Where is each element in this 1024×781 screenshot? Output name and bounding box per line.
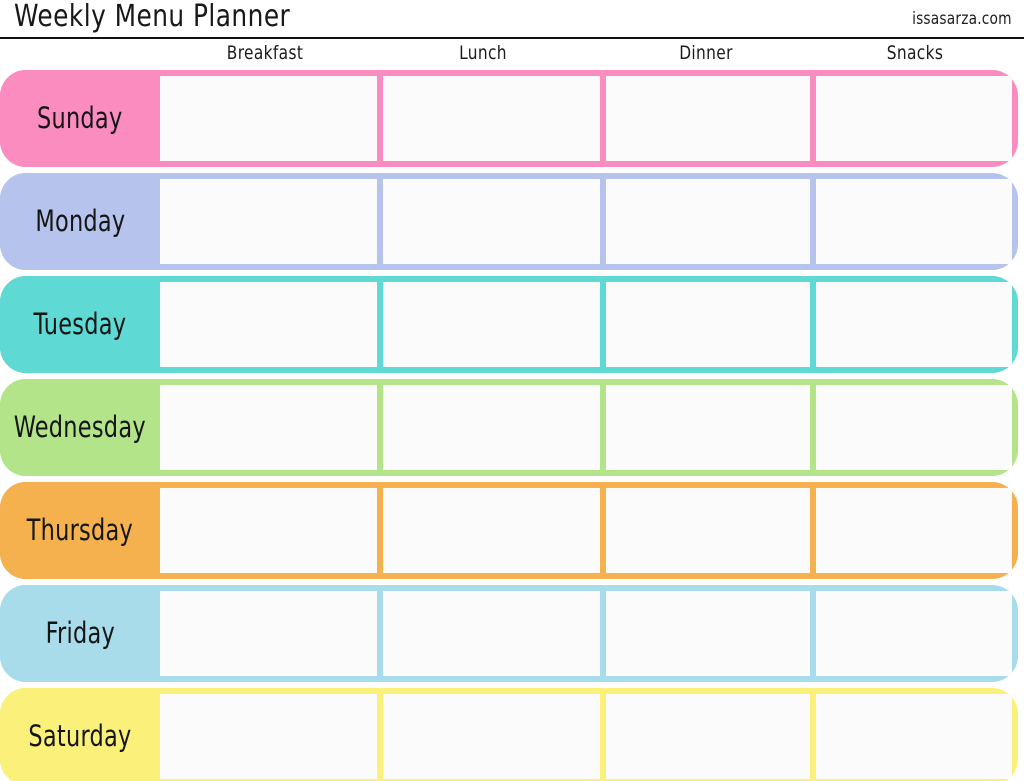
planner-row: Sunday	[0, 70, 1018, 167]
page-title: Weekly Menu Planner	[14, 0, 291, 34]
meal-cell-sunday-breakfast[interactable]	[160, 70, 377, 167]
day-label-text: Monday	[34, 203, 126, 238]
day-label-text: Thursday	[26, 512, 134, 547]
planner-row: Monday	[0, 173, 1018, 270]
day-label-text: Friday	[45, 615, 115, 650]
day-label-sunday: Sunday	[0, 70, 160, 167]
meal-cell-saturday-breakfast[interactable]	[160, 688, 377, 781]
meal-cell-tuesday-lunch[interactable]	[383, 276, 600, 373]
page-header: Weekly Menu Planner issasarza.com	[0, 0, 1024, 40]
site-watermark: issasarza.com	[912, 9, 1012, 29]
meal-cell-tuesday-breakfast[interactable]	[160, 276, 377, 373]
planner-row: Friday	[0, 585, 1018, 682]
column-header-breakfast: Breakfast	[226, 42, 304, 64]
meal-cell-thursday-dinner[interactable]	[606, 482, 810, 579]
meal-cell-friday-breakfast[interactable]	[160, 585, 377, 682]
meal-cell-monday-lunch[interactable]	[383, 173, 600, 270]
meal-cell-wednesday-breakfast[interactable]	[160, 379, 377, 476]
meal-cell-tuesday-snacks[interactable]	[816, 276, 1018, 373]
meal-cell-monday-dinner[interactable]	[606, 173, 810, 270]
meal-cell-wednesday-snacks[interactable]	[816, 379, 1018, 476]
meal-cell-sunday-dinner[interactable]	[606, 70, 810, 167]
meal-cell-sunday-snacks[interactable]	[816, 70, 1018, 167]
meal-cell-saturday-snacks[interactable]	[816, 688, 1018, 781]
row-edge-right	[1012, 70, 1018, 167]
meal-cell-friday-snacks[interactable]	[816, 585, 1018, 682]
row-edge-right	[1012, 688, 1018, 781]
column-header-row: Breakfast Lunch Dinner Snacks	[0, 41, 1024, 67]
meal-cell-saturday-dinner[interactable]	[606, 688, 810, 781]
day-label-text: Tuesday	[33, 306, 127, 341]
day-label-monday: Monday	[0, 173, 160, 270]
row-edge-right	[1012, 379, 1018, 476]
meal-cell-thursday-breakfast[interactable]	[160, 482, 377, 579]
meal-cell-thursday-snacks[interactable]	[816, 482, 1018, 579]
planner-row: Saturday	[0, 688, 1018, 781]
day-label-tuesday: Tuesday	[0, 276, 160, 373]
column-header-snacks: Snacks	[886, 42, 944, 64]
row-edge-right	[1012, 482, 1018, 579]
meal-cell-monday-breakfast[interactable]	[160, 173, 377, 270]
day-label-friday: Friday	[0, 585, 160, 682]
day-label-saturday: Saturday	[0, 688, 160, 781]
planner-row: Wednesday	[0, 379, 1018, 476]
meal-cell-sunday-lunch[interactable]	[383, 70, 600, 167]
meal-cell-saturday-lunch[interactable]	[383, 688, 600, 781]
meal-cell-tuesday-dinner[interactable]	[606, 276, 810, 373]
day-label-thursday: Thursday	[0, 482, 160, 579]
day-label-text: Saturday	[28, 718, 132, 753]
day-label-wednesday: Wednesday	[0, 379, 160, 476]
row-edge-right	[1012, 173, 1018, 270]
header-divider	[0, 37, 1024, 39]
planner-row: Thursday	[0, 482, 1018, 579]
meal-cell-friday-lunch[interactable]	[383, 585, 600, 682]
weekly-menu-planner: Weekly Menu Planner issasarza.com Breakf…	[0, 0, 1024, 781]
day-label-text: Wednesday	[13, 409, 147, 444]
column-header-dinner: Dinner	[679, 42, 733, 64]
meal-cell-wednesday-dinner[interactable]	[606, 379, 810, 476]
meal-cell-monday-snacks[interactable]	[816, 173, 1018, 270]
planner-row: Tuesday	[0, 276, 1018, 373]
row-edge-right	[1012, 585, 1018, 682]
day-label-text: Sunday	[37, 100, 123, 135]
row-edge-right	[1012, 276, 1018, 373]
meal-cell-friday-dinner[interactable]	[606, 585, 810, 682]
meal-cell-thursday-lunch[interactable]	[383, 482, 600, 579]
meal-cell-wednesday-lunch[interactable]	[383, 379, 600, 476]
column-header-lunch: Lunch	[459, 42, 507, 64]
